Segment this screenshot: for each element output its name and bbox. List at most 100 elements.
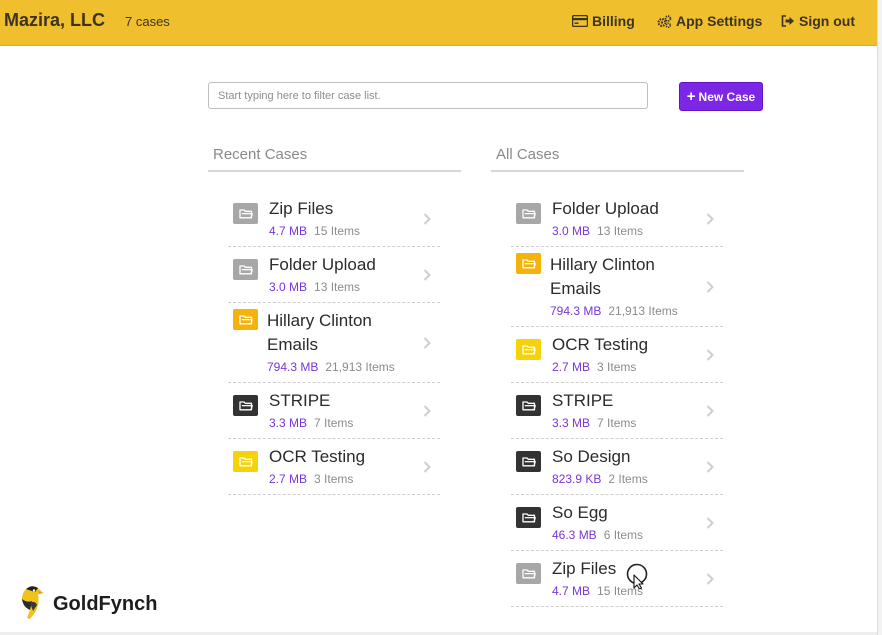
- case-size: 3.0 MB: [552, 224, 591, 238]
- chevron-right-icon: [705, 460, 715, 474]
- chevron-right-icon: [705, 348, 715, 362]
- case-name: STRIPE: [269, 391, 331, 410]
- case-list-item[interactable]: So Design 823.9 KB 2 Items: [511, 439, 723, 495]
- billing-link[interactable]: Billing: [572, 13, 635, 29]
- chevron-right-icon: [705, 572, 715, 586]
- case-item-count: 3 Items: [314, 472, 354, 486]
- folder-icon: [233, 451, 258, 472]
- folder-icon: [516, 253, 541, 274]
- case-list-item[interactable]: OCR Testing 2.7 MB 3 Items: [228, 439, 440, 495]
- folder-icon: [516, 563, 541, 584]
- case-size: 823.9 KB: [552, 472, 602, 486]
- case-size: 3.3 MB: [552, 416, 591, 430]
- mouse-cursor-icon: [626, 563, 648, 590]
- chevron-right-icon: [705, 404, 715, 418]
- new-case-label: New Case: [698, 89, 756, 104]
- goldfinch-bird-icon: [18, 583, 50, 626]
- app-settings-label: App Settings: [676, 13, 763, 29]
- case-list-item[interactable]: STRIPE 3.3 MB 7 Items: [511, 383, 723, 439]
- case-meta: 3.0 MB 13 Items: [552, 224, 643, 239]
- case-item-count: 13 Items: [597, 224, 644, 238]
- folder-icon: [516, 203, 541, 224]
- case-size: 794.3 MB: [267, 360, 319, 374]
- case-size: 4.7 MB: [269, 224, 308, 238]
- case-meta: 794.3 MB 21,913 Items: [267, 360, 395, 375]
- chevron-right-icon: [422, 268, 432, 282]
- case-name: Zip Files: [552, 559, 617, 578]
- case-name: Folder Upload: [552, 199, 659, 218]
- folder-icon: [516, 507, 541, 528]
- recent-cases-list: Zip Files 4.7 MB 15 Items Folder Upload 3.0 …: [228, 191, 440, 495]
- case-size: 3.3 MB: [269, 416, 308, 430]
- folder-icon: [233, 203, 258, 224]
- case-list-item[interactable]: Zip Files 4.7 MB 15 Items: [511, 551, 723, 607]
- case-count: 7 cases: [125, 14, 170, 29]
- goldfynch-logo[interactable]: GoldFynch: [18, 583, 157, 626]
- case-list-item[interactable]: Zip Files 4.7 MB 15 Items: [228, 191, 440, 247]
- recent-cases-divider: [208, 170, 461, 172]
- case-size: 4.7 MB: [552, 584, 591, 598]
- case-meta: 823.9 KB 2 Items: [552, 472, 648, 487]
- case-meta: 2.7 MB 3 Items: [269, 472, 353, 487]
- case-list-item[interactable]: Folder Upload 3.0 MB 13 Items: [228, 247, 440, 303]
- chevron-right-icon: [422, 336, 432, 350]
- new-case-button[interactable]: + New Case: [679, 82, 763, 111]
- case-meta: 3.3 MB 7 Items: [552, 416, 636, 431]
- case-meta: 3.0 MB 13 Items: [269, 280, 360, 295]
- case-item-count: 7 Items: [597, 416, 637, 430]
- logo-text: GoldFynch: [53, 593, 158, 615]
- all-cases-divider: [491, 170, 744, 172]
- folder-icon: [233, 309, 258, 330]
- case-meta: 2.7 MB 3 Items: [552, 360, 636, 375]
- case-list-item[interactable]: So Egg 46.3 MB 6 Items: [511, 495, 723, 551]
- case-meta: 3.3 MB 7 Items: [269, 416, 353, 431]
- plus-icon: +: [686, 88, 696, 105]
- case-size: 2.7 MB: [269, 472, 308, 486]
- case-list-item[interactable]: STRIPE 3.3 MB 7 Items: [228, 383, 440, 439]
- case-name: Zip Files: [269, 199, 334, 218]
- chevron-right-icon: [705, 280, 715, 294]
- window-scrollbar[interactable]: [877, 0, 882, 635]
- case-list-item[interactable]: Hillary Clinton Emails 794.3 MB 21,913 Ite…: [228, 303, 440, 383]
- app-settings-link[interactable]: App Settings: [657, 13, 762, 29]
- sign-out-label: Sign out: [799, 13, 855, 29]
- chevron-right-icon: [422, 460, 432, 474]
- case-meta: 4.7 MB 15 Items: [269, 224, 360, 239]
- billing-label: Billing: [592, 13, 635, 29]
- case-name: OCR Testing: [269, 447, 366, 466]
- case-item-count: 15 Items: [314, 224, 361, 238]
- case-item-count: 13 Items: [314, 280, 361, 294]
- credit-card-icon: [572, 15, 588, 27]
- case-meta: 46.3 MB 6 Items: [552, 528, 643, 543]
- case-name: Hillary Clinton Emails: [550, 255, 655, 298]
- case-item-count: 21,913 Items: [325, 360, 395, 374]
- case-item-count: 6 Items: [603, 528, 644, 542]
- case-name: Hillary Clinton Emails: [267, 311, 372, 354]
- chevron-right-icon: [705, 212, 715, 226]
- case-list-item[interactable]: OCR Testing 2.7 MB 3 Items: [511, 327, 723, 383]
- chevron-right-icon: [422, 404, 432, 418]
- folder-icon: [233, 259, 258, 280]
- folder-icon: [516, 339, 541, 360]
- case-list-item[interactable]: Folder Upload 3.0 MB 13 Items: [511, 191, 723, 247]
- case-filter-input[interactable]: [208, 82, 648, 109]
- case-list-item[interactable]: Hillary Clinton Emails 794.3 MB 21,913 Ite…: [511, 247, 723, 327]
- company-name[interactable]: Mazira, LLC: [4, 10, 105, 31]
- case-item-count: 2 Items: [608, 472, 648, 486]
- case-name: OCR Testing: [552, 335, 649, 354]
- recent-cases-heading: Recent Cases: [213, 146, 308, 163]
- all-cases-heading: All Cases: [496, 146, 560, 163]
- folder-icon: [516, 451, 541, 472]
- sign-out-icon: [781, 15, 795, 27]
- folder-icon: [516, 395, 541, 416]
- case-name: Folder Upload: [269, 255, 376, 274]
- folder-icon: [233, 395, 258, 416]
- case-size: 2.7 MB: [552, 360, 591, 374]
- sign-out-link[interactable]: Sign out: [781, 13, 855, 29]
- gears-icon: [657, 14, 672, 28]
- case-name: So Design: [552, 447, 631, 466]
- case-size: 3.0 MB: [269, 280, 308, 294]
- case-name: STRIPE: [552, 391, 614, 410]
- case-item-count: 3 Items: [597, 360, 637, 374]
- all-cases-list: Folder Upload 3.0 MB 13 Items Hillary Clint…: [511, 191, 723, 607]
